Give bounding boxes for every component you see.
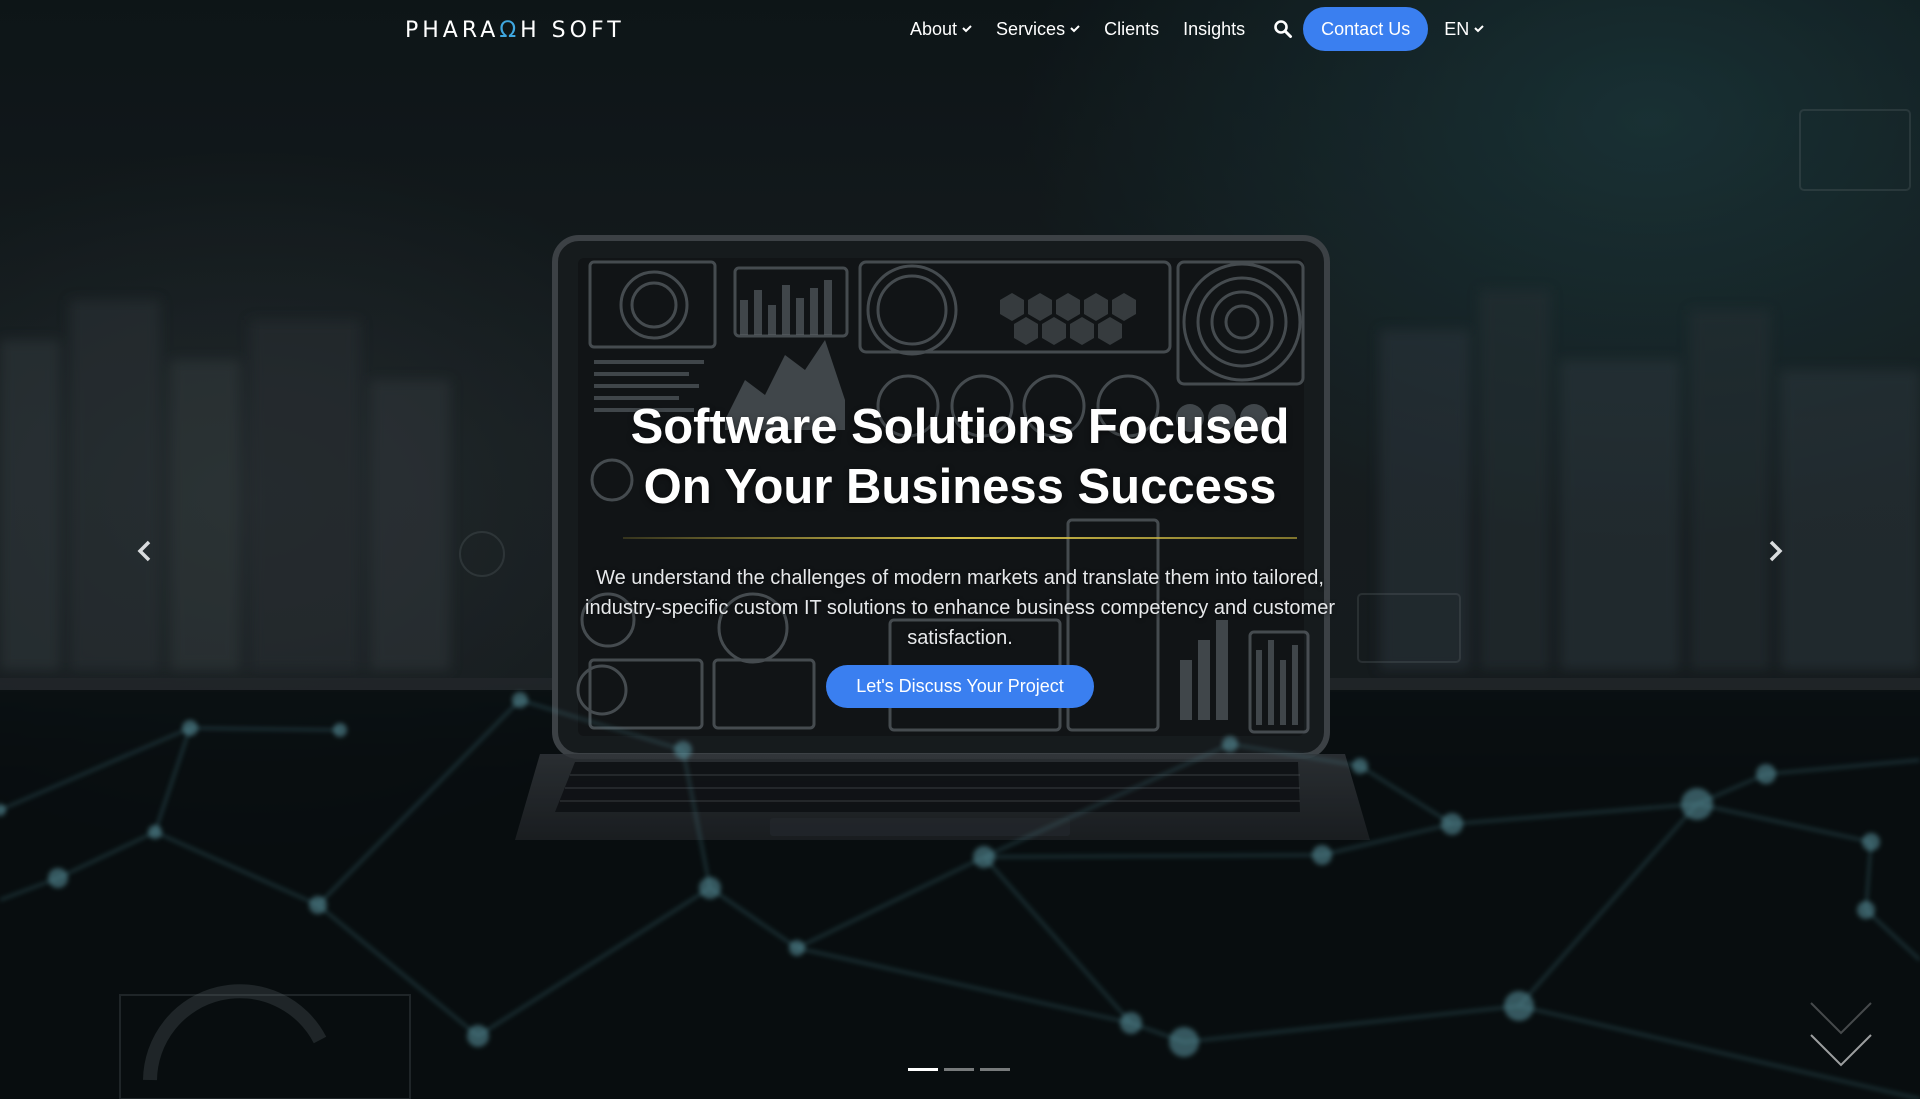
nav-clients[interactable]: Clients	[1104, 19, 1159, 40]
language-selector[interactable]: EN	[1444, 19, 1484, 40]
chevron-down-icon	[1070, 25, 1080, 33]
hero-section: PHARA Ω H SOFT About Services Clients Insi…	[0, 0, 1920, 1099]
discuss-project-button[interactable]: Let's Discuss Your Project	[826, 665, 1094, 708]
hero-content: Software Solutions Focused On Your Busin…	[560, 397, 1360, 708]
carousel-indicator-3[interactable]	[980, 1068, 1010, 1071]
scroll-down-icon[interactable]	[1806, 995, 1876, 1075]
logo-text-part2: H SOFT	[520, 17, 625, 43]
navbar: PHARA Ω H SOFT About Services Clients Insi…	[0, 0, 1920, 58]
nav-insights-label: Insights	[1183, 18, 1246, 39]
logo[interactable]: PHARA Ω H SOFT	[405, 17, 625, 43]
carousel-indicators	[908, 1068, 1016, 1071]
chevron-left-icon[interactable]	[134, 538, 156, 564]
chevron-down-icon	[962, 25, 972, 33]
nav-about-label: About	[910, 18, 958, 39]
nav-clients-label: Clients	[1104, 18, 1160, 39]
main-nav: About Services Clients Insights Contact …	[910, 7, 1484, 51]
hero-title-line1: Software Solutions Focused	[630, 400, 1290, 454]
nav-services[interactable]: Services	[996, 19, 1080, 40]
contact-us-button[interactable]: Contact Us	[1303, 7, 1429, 51]
hero-divider	[623, 537, 1297, 539]
hero-title: Software Solutions Focused On Your Busin…	[560, 397, 1360, 517]
language-label: EN	[1444, 18, 1470, 39]
logo-text-part1: PHARA	[405, 17, 500, 43]
hero-title-line2: On Your Business Success	[643, 460, 1277, 514]
chevron-right-icon[interactable]	[1764, 538, 1786, 564]
nav-about[interactable]: About	[910, 19, 972, 40]
carousel-indicator-2[interactable]	[944, 1068, 974, 1071]
nav-insights[interactable]: Insights	[1183, 19, 1245, 40]
nav-services-label: Services	[996, 18, 1066, 39]
search-icon[interactable]	[1273, 19, 1293, 39]
hero-subtitle: We understand the challenges of modern m…	[585, 567, 1335, 649]
carousel-indicator-1[interactable]	[908, 1068, 938, 1071]
logo-text-accent: Ω	[499, 17, 521, 43]
chevron-down-icon	[1474, 25, 1484, 33]
